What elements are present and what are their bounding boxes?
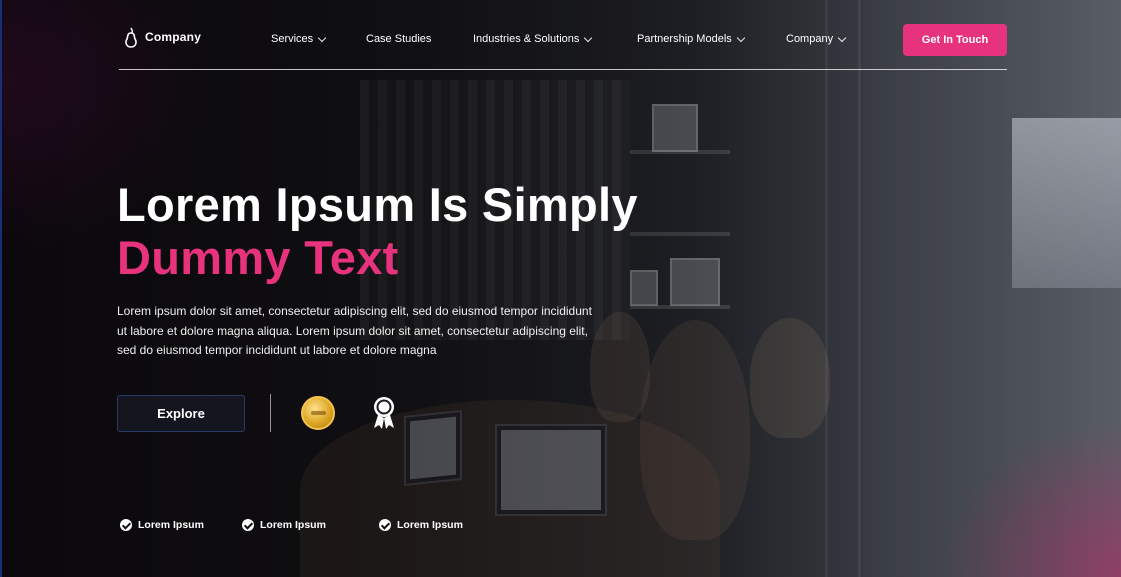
gold-medal-icon <box>301 396 335 430</box>
chevron-down-icon <box>317 33 327 42</box>
hero-section: Company Services Case Studies Industries… <box>0 0 1121 577</box>
nav-item-label: Services <box>271 33 314 45</box>
nav-item-services[interactable]: Services <box>271 33 366 45</box>
nav-item-industries-solutions[interactable]: Industries & Solutions <box>473 33 637 45</box>
feature-label: Lorem Ipsum <box>260 519 326 531</box>
nav-item-label: Partnership Models <box>637 33 732 45</box>
award-ribbon-icon <box>371 395 397 431</box>
feature-item: Lorem Ipsum <box>120 519 242 531</box>
actions-divider <box>270 394 271 432</box>
hero-background-photo <box>0 0 1121 577</box>
nav-item-label: Case Studies <box>366 33 432 45</box>
check-circle-icon <box>120 519 132 531</box>
headline-line-1: Lorem Ipsum Is Simply <box>117 178 638 231</box>
feature-item: Lorem Ipsum <box>379 519 463 531</box>
pear-icon <box>124 26 138 48</box>
feature-label: Lorem Ipsum <box>138 519 204 531</box>
photo-overlay <box>0 0 1121 577</box>
nav-item-company[interactable]: Company <box>786 33 847 45</box>
nav-item-case-studies[interactable]: Case Studies <box>366 33 473 45</box>
nav-item-label: Industries & Solutions <box>473 33 580 45</box>
brand-logo[interactable]: Company <box>124 26 201 48</box>
nav-divider <box>119 69 1007 70</box>
feature-label: Lorem Ipsum <box>397 519 463 531</box>
main-menu: Services Case Studies Industries & Solut… <box>271 33 847 45</box>
hero-actions: Explore <box>117 394 397 432</box>
chevron-down-icon <box>736 33 746 42</box>
nav-item-partnership-models[interactable]: Partnership Models <box>637 33 786 45</box>
check-circle-icon <box>242 519 254 531</box>
hero-description: Lorem ipsum dolor sit amet, consectetur … <box>117 304 592 357</box>
chevron-down-icon <box>837 33 847 42</box>
feature-item: Lorem Ipsum <box>242 519 379 531</box>
get-in-touch-button[interactable]: Get In Touch <box>903 24 1007 56</box>
feature-list: Lorem Ipsum Lorem Ipsum Lorem Ipsum <box>120 519 463 531</box>
brand-name: Company <box>145 30 202 44</box>
hero-headline: Lorem Ipsum Is Simply Dummy Text <box>117 178 638 284</box>
top-navigation: Company Services Case Studies Industries… <box>119 22 1007 58</box>
chevron-down-icon <box>584 33 593 42</box>
headline-line-2: Dummy Text <box>117 231 399 284</box>
check-circle-icon <box>379 519 391 531</box>
nav-item-label: Company <box>786 33 834 45</box>
explore-button[interactable]: Explore <box>117 394 245 432</box>
